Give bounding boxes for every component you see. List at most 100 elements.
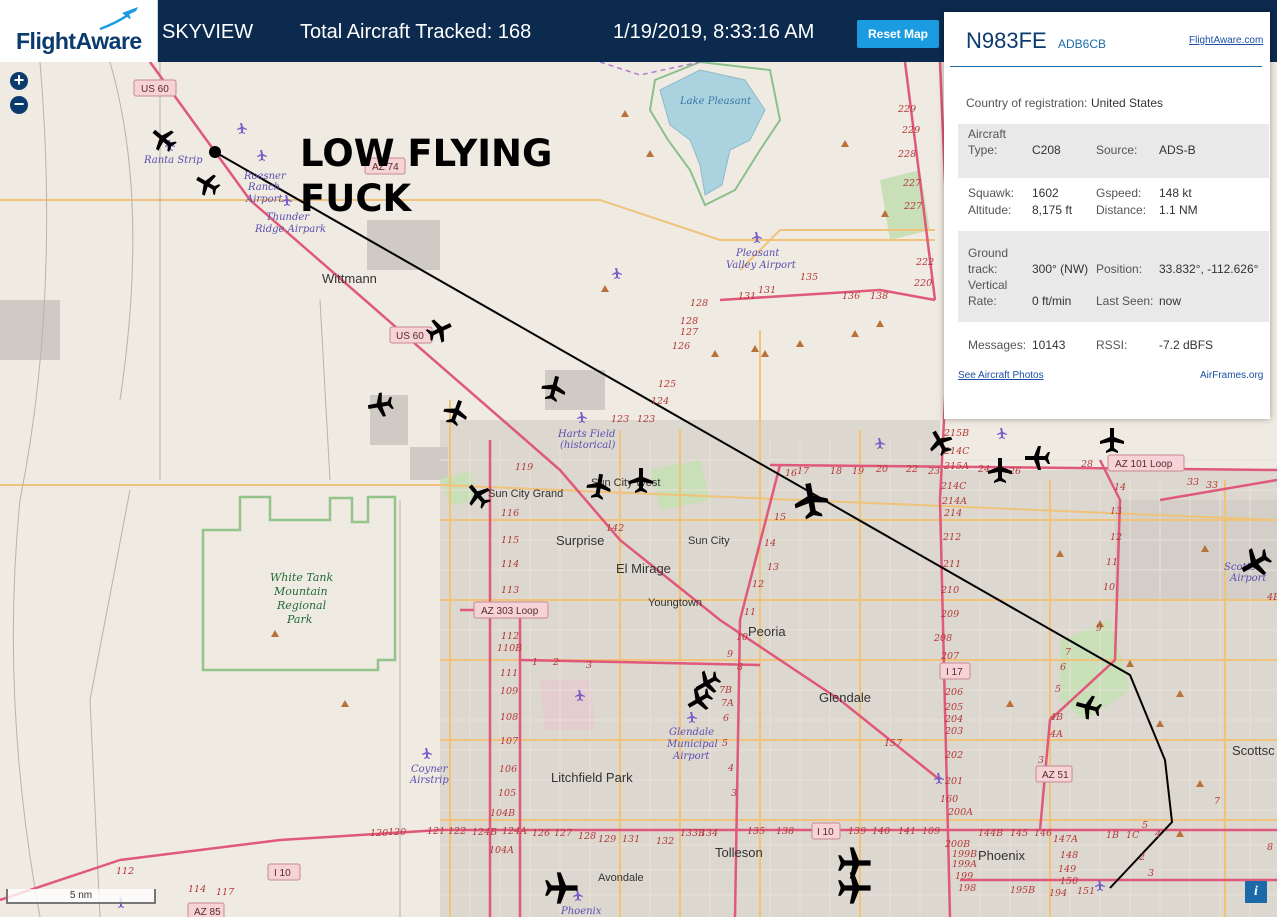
place-label: Surprise <box>556 533 604 548</box>
flightaware-link[interactable]: FlightAware.com <box>1189 35 1263 46</box>
svg-text:215A: 215A <box>943 461 969 472</box>
svg-text:229: 229 <box>897 104 916 115</box>
place-label: Avondale <box>598 872 644 884</box>
svg-text:123: 123 <box>611 414 629 425</box>
place-label: Sun City <box>688 535 730 547</box>
svg-text:11: 11 <box>1106 557 1118 568</box>
zoom-in-icon[interactable]: + <box>10 71 28 90</box>
aircraft-hex: ADB6CB <box>1058 37 1107 51</box>
svg-text:104A: 104A <box>489 845 514 856</box>
svg-text:Regional: Regional <box>276 599 327 612</box>
svg-text:109: 109 <box>500 686 518 697</box>
svg-text:15: 15 <box>774 512 786 523</box>
svg-text:132: 132 <box>656 836 674 847</box>
svg-text:Coyner: Coyner <box>411 764 449 775</box>
svg-text:149: 149 <box>1058 864 1076 875</box>
info-icon[interactable]: i <box>1245 881 1267 903</box>
peak-icon <box>796 340 804 347</box>
aircraft-icon[interactable] <box>1100 428 1124 453</box>
svg-text:124: 124 <box>651 396 669 407</box>
svg-text:19: 19 <box>852 466 864 477</box>
squawk-value: 1602 <box>1032 186 1059 200</box>
svg-text:138: 138 <box>870 291 888 302</box>
timestamp: 1/19/2019, 8:33:16 AM <box>613 21 815 43</box>
zoom-out-icon[interactable]: − <box>10 95 28 114</box>
svg-text:126: 126 <box>672 341 690 352</box>
svg-text:211: 211 <box>942 559 961 570</box>
peak-icon <box>761 350 769 357</box>
svg-text:147A: 147A <box>1053 834 1078 845</box>
aircraft-photos-link[interactable]: See Aircraft Photos <box>958 370 1044 381</box>
svg-text:106: 106 <box>499 764 517 775</box>
svg-text:113: 113 <box>501 585 519 596</box>
logo-text: FlightAware <box>16 28 142 54</box>
svg-text:10: 10 <box>1103 582 1115 593</box>
svg-text:Ranta Strip: Ranta Strip <box>143 155 203 166</box>
svg-text:138: 138 <box>776 826 794 837</box>
svg-text:Municipal: Municipal <box>666 739 718 750</box>
track-value: 300° (NW) <box>1032 262 1089 276</box>
user-annotation: LOW FLYING FUCK <box>300 132 552 220</box>
svg-text:White Tank: White Tank <box>270 571 333 584</box>
svg-text:204: 204 <box>944 714 963 725</box>
svg-text:6: 6 <box>723 713 729 724</box>
svg-text:134: 134 <box>700 828 718 839</box>
svg-text:I 10: I 10 <box>274 868 291 879</box>
svg-text:Airport: Airport <box>672 751 710 762</box>
aircraft-icon[interactable] <box>146 122 181 156</box>
svg-text:12: 12 <box>1110 532 1122 543</box>
peak-icon <box>621 110 629 117</box>
svg-text:6: 6 <box>1060 662 1066 673</box>
aircraft-icon[interactable] <box>191 168 223 200</box>
place-label: Litchfield Park <box>551 770 633 785</box>
airport-icon <box>237 123 247 134</box>
svg-text:13: 13 <box>767 562 779 573</box>
svg-text:212: 212 <box>942 532 961 543</box>
reset-map-button[interactable]: Reset Map <box>857 20 939 48</box>
svg-text:214: 214 <box>943 508 962 519</box>
svg-text:111: 111 <box>500 668 518 679</box>
svg-text:150: 150 <box>1060 876 1078 887</box>
svg-text:207: 207 <box>940 651 960 662</box>
svg-text:142: 142 <box>606 523 624 534</box>
svg-text:114: 114 <box>188 884 206 895</box>
svg-text:208: 208 <box>933 633 952 644</box>
svg-text:Pleasant: Pleasant <box>735 248 780 259</box>
svg-text:129: 129 <box>598 834 616 845</box>
svg-text:110B: 110B <box>497 643 522 654</box>
svg-text:206: 206 <box>944 687 963 698</box>
svg-text:227: 227 <box>903 201 923 212</box>
svg-text:AZ 101 Loop: AZ 101 Loop <box>1115 459 1173 470</box>
svg-text:5: 5 <box>1142 820 1148 831</box>
airport-icon <box>997 428 1007 439</box>
flightaware-logo[interactable]: FlightAware <box>0 0 158 62</box>
peak-icon <box>851 330 859 337</box>
svg-text:123: 123 <box>637 414 655 425</box>
svg-text:144B: 144B <box>978 828 1003 839</box>
svg-text:3: 3 <box>731 788 737 799</box>
svg-text:228: 228 <box>897 149 916 160</box>
svg-text:10: 10 <box>736 632 748 643</box>
peak-icon <box>341 700 349 707</box>
svg-text:7B: 7B <box>719 685 732 696</box>
svg-text:4: 4 <box>1154 829 1161 840</box>
svg-text:3: 3 <box>1148 868 1154 879</box>
airport-icon <box>257 150 267 161</box>
vrate-value: 0 ft/min <box>1032 294 1072 308</box>
svg-text:AZ 51: AZ 51 <box>1042 770 1069 781</box>
svg-text:3: 3 <box>586 660 592 671</box>
svg-text:139: 139 <box>848 826 866 837</box>
svg-text:13: 13 <box>1110 506 1122 517</box>
country-value: United States <box>1091 96 1164 110</box>
svg-text:4B: 4B <box>1049 712 1063 723</box>
svg-text:198: 198 <box>958 883 976 894</box>
airframes-link[interactable]: AirFrames.org <box>1200 370 1263 381</box>
svg-text:108: 108 <box>500 712 518 723</box>
svg-text:205: 205 <box>944 702 963 713</box>
track-position-band: Ground track: 300° (NW) Position: 33.832… <box>958 231 1269 322</box>
svg-text:3: 3 <box>1038 755 1044 766</box>
svg-text:18: 18 <box>830 466 842 477</box>
svg-text:200A: 200A <box>947 807 973 818</box>
svg-text:120: 120 <box>370 828 388 839</box>
peak-icon <box>601 285 609 292</box>
